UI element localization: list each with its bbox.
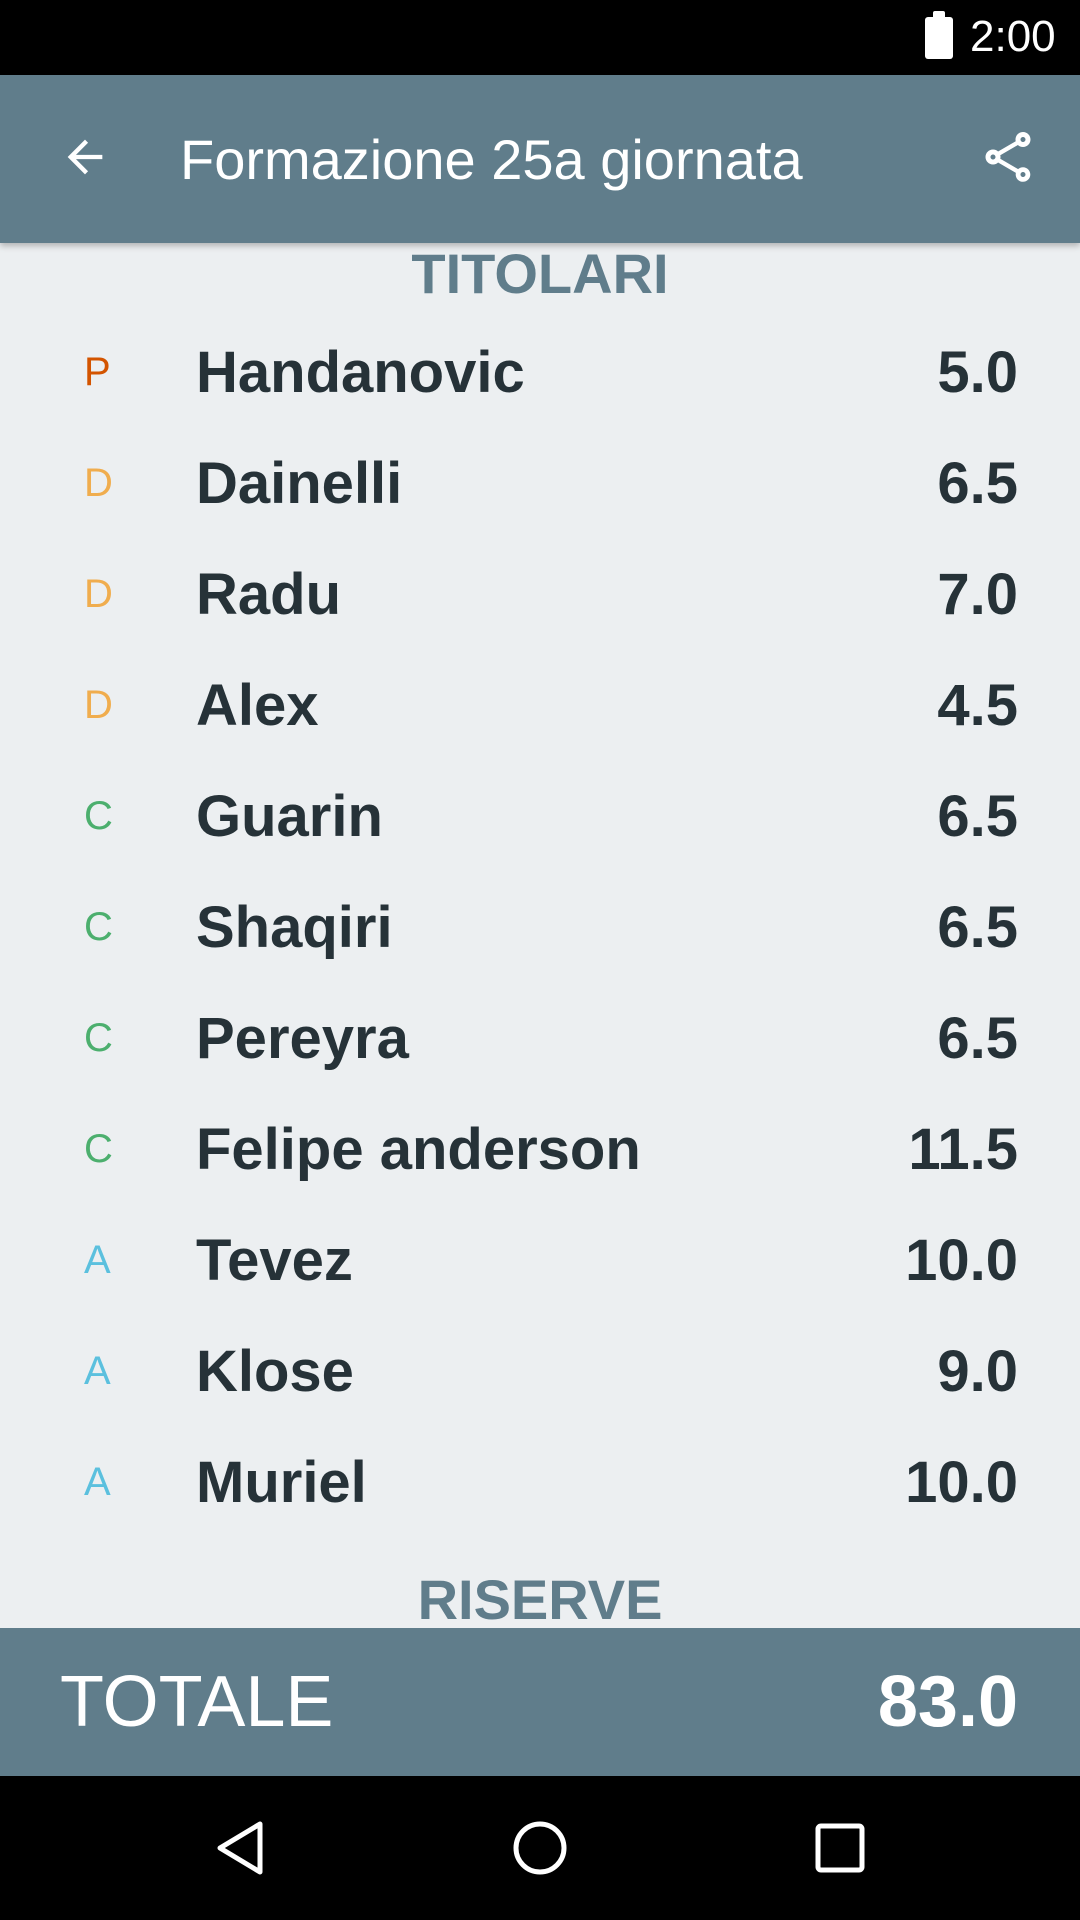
player-row[interactable]: C Guarin 6.5 — [0, 761, 1080, 872]
player-score: 10.0 — [905, 1450, 1018, 1515]
player-score: 5.0 — [937, 340, 1018, 405]
player-role: A — [84, 1349, 111, 1393]
arrow-back-icon — [67, 139, 103, 175]
player-score: 9.0 — [937, 1339, 1018, 1404]
lineup-list[interactable]: TITOLARI P Handanovic 5.0 D Dainelli 6.5 D Radu… — [0, 243, 1080, 1628]
player-name: Tevez — [196, 1228, 353, 1293]
back-button[interactable] — [40, 112, 130, 202]
total-bar: TOTALE 83.0 — [0, 1628, 1080, 1776]
player-row[interactable]: D Radu 7.0 — [0, 539, 1080, 650]
player-role: D — [84, 572, 113, 616]
player-name: Guarin — [196, 784, 383, 849]
player-score: 6.5 — [937, 451, 1018, 516]
player-name: Muriel — [196, 1450, 367, 1515]
nav-back-button[interactable] — [195, 1803, 285, 1893]
navigation-bar — [0, 1776, 1080, 1920]
player-row[interactable]: A Tevez 10.0 — [0, 1205, 1080, 1316]
player-role: A — [84, 1238, 111, 1282]
player-name: Alex — [196, 673, 319, 738]
status-time: 2:00 — [970, 12, 1056, 61]
player-score: 4.5 — [937, 673, 1018, 738]
player-row[interactable]: C Pereyra 6.5 — [0, 983, 1080, 1094]
player-name: Pereyra — [196, 1006, 409, 1071]
battery-icon — [925, 11, 953, 59]
player-role: D — [84, 461, 113, 505]
total-value: 83.0 — [877, 1662, 1018, 1742]
status-bar: 2:00 — [0, 0, 1080, 75]
player-name: Radu — [196, 562, 341, 627]
share-icon — [985, 132, 1031, 182]
player-role: A — [84, 1460, 111, 1504]
starters-list: P Handanovic 5.0 D Dainelli 6.5 D Radu 7.0 D Alex 4… — [0, 317, 1080, 1538]
player-row[interactable]: C Felipe anderson 11.5 — [0, 1094, 1080, 1205]
page-title: Formazione 25a giornata — [180, 128, 803, 191]
player-score: 6.5 — [937, 784, 1018, 849]
player-role: P — [84, 350, 111, 394]
section-header-reserves: RISERVE — [417, 1568, 663, 1629]
total-label: TOTALE — [60, 1662, 334, 1742]
player-role: C — [84, 1016, 113, 1060]
nav-home-button[interactable] — [495, 1803, 585, 1893]
player-name: Dainelli — [196, 451, 403, 516]
player-score: 7.0 — [937, 562, 1018, 627]
player-row[interactable]: D Alex 4.5 — [0, 650, 1080, 761]
player-row[interactable]: A Muriel 10.0 — [0, 1427, 1080, 1538]
player-score: 11.5 — [908, 1117, 1018, 1182]
nav-back-icon — [217, 1821, 263, 1875]
player-role: C — [84, 905, 113, 949]
nav-recents-button[interactable] — [795, 1803, 885, 1893]
player-name: Felipe anderson — [196, 1117, 641, 1182]
player-score: 6.5 — [937, 895, 1018, 960]
player-row[interactable]: D Dainelli 6.5 — [0, 428, 1080, 539]
player-name: Shaqiri — [196, 895, 393, 960]
player-row[interactable]: C Shaqiri 6.5 — [0, 872, 1080, 983]
player-row[interactable]: P Handanovic 5.0 — [0, 317, 1080, 428]
share-button[interactable] — [963, 112, 1053, 202]
player-score: 10.0 — [905, 1228, 1018, 1293]
player-name: Klose — [196, 1339, 354, 1404]
player-role: D — [84, 683, 113, 727]
player-row[interactable]: A Klose 9.0 — [0, 1316, 1080, 1427]
screen: 2:00 Formazione 25a giornata TITOLARI P H… — [0, 0, 1080, 1920]
player-score: 6.5 — [937, 1006, 1018, 1071]
player-role: C — [84, 1127, 113, 1171]
player-name: Handanovic — [196, 340, 525, 405]
section-header-starters: TITOLARI — [411, 243, 669, 305]
nav-home-icon — [513, 1821, 567, 1875]
nav-recents-icon — [815, 1823, 865, 1873]
app-bar: Formazione 25a giornata — [0, 75, 1080, 243]
player-role: C — [84, 794, 113, 838]
